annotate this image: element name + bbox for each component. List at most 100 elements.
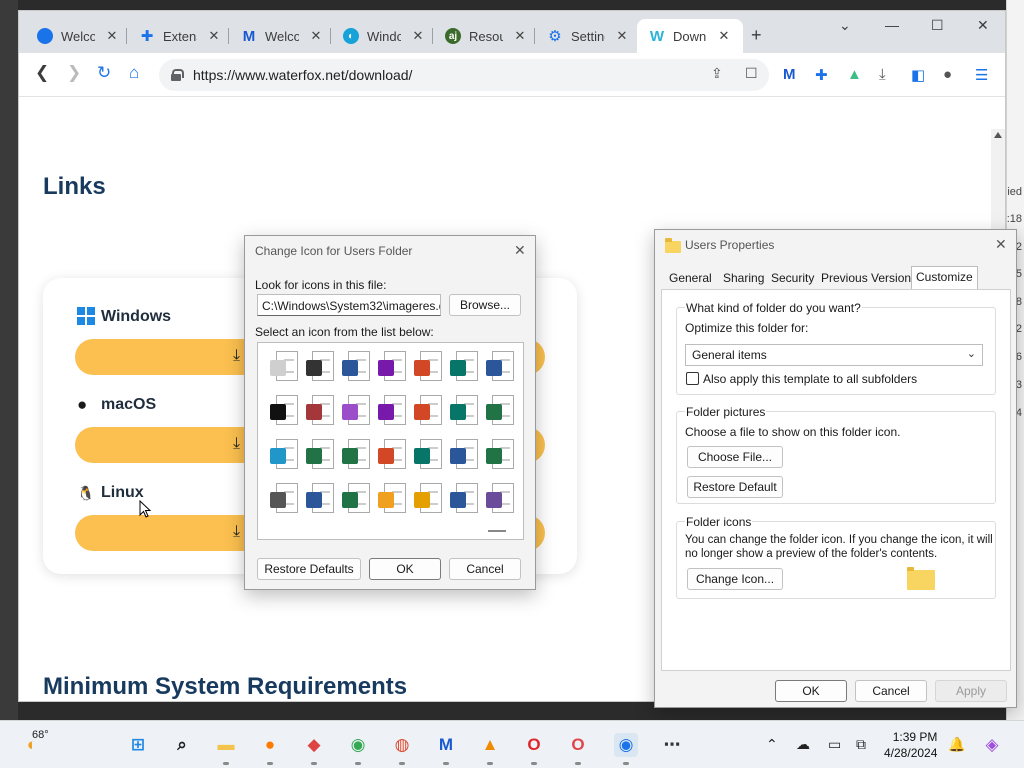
cancel-button[interactable]: Cancel (449, 558, 521, 580)
close-icon[interactable]: ✕ (309, 28, 323, 44)
icon-option[interactable] (450, 351, 478, 383)
menu-icon[interactable]: ☰ (975, 66, 988, 84)
ok-button[interactable]: OK (369, 558, 441, 580)
icon-file-input[interactable]: C:\Windows\System32\imageres.dll (257, 294, 441, 316)
scroll-up-icon[interactable] (994, 132, 1002, 138)
icon-list[interactable] (257, 342, 524, 540)
change-icon-button[interactable]: Change Icon... (687, 568, 783, 590)
cancel-button[interactable]: Cancel (855, 680, 927, 702)
close-icon[interactable]: ✕ (514, 242, 526, 259)
back-button[interactable]: ❮ (35, 63, 49, 83)
tab-welcome-2[interactable]: M Welcome ✕ (229, 19, 331, 53)
close-icon[interactable]: ✕ (207, 28, 221, 44)
start-icon[interactable]: ⊞ (126, 733, 150, 757)
clock[interactable]: 1:39 PM 4/28/2024 (884, 729, 937, 761)
opera-icon[interactable]: O (522, 733, 546, 765)
copilot-icon[interactable]: ◈ (980, 733, 1004, 757)
new-tab-button[interactable]: + (751, 25, 762, 46)
chrome-icon[interactable]: ◉ (346, 733, 370, 765)
choose-file-button[interactable]: Choose File... (687, 446, 783, 468)
file-explorer-icon[interactable]: ▬ (214, 733, 238, 765)
forward-button[interactable]: ❯ (67, 63, 81, 83)
ok-button[interactable]: OK (775, 680, 847, 702)
icon-option[interactable] (270, 439, 298, 471)
restore-default-button[interactable]: Restore Default (687, 476, 783, 498)
icon-option[interactable] (486, 439, 514, 471)
icon-option[interactable] (414, 395, 442, 427)
chevron-down-icon[interactable]: ⌄ (839, 17, 851, 34)
icon-option[interactable] (342, 395, 370, 427)
tab-resources[interactable]: aj Resources ✕ (433, 19, 535, 53)
icon-option[interactable] (378, 395, 406, 427)
close-icon[interactable]: ✕ (615, 28, 629, 44)
icon-option[interactable] (414, 351, 442, 383)
close-icon[interactable]: ✕ (513, 28, 527, 44)
tab-customize[interactable]: Customize (911, 266, 978, 291)
malwarebytes-extension-icon[interactable]: M (783, 66, 796, 83)
tab-download[interactable]: W Download ✕ (637, 19, 743, 53)
icon-option[interactable] (306, 351, 334, 383)
browse-button[interactable]: Browse... (449, 294, 521, 316)
maximize-button[interactable]: ☐ (931, 17, 944, 34)
app-icon[interactable]: ◍ (390, 733, 414, 765)
profile-icon[interactable]: ● (943, 66, 952, 83)
firefox-icon[interactable]: ● (258, 733, 282, 765)
close-icon[interactable]: ✕ (995, 236, 1007, 253)
tab-sharing[interactable]: Sharing (719, 268, 768, 290)
tab-general[interactable]: General (665, 268, 716, 290)
network-icon[interactable]: ⧉ (856, 736, 866, 753)
icon-option[interactable] (486, 351, 514, 383)
close-icon[interactable]: ✕ (411, 28, 425, 44)
icon-option[interactable] (450, 395, 478, 427)
home-button[interactable]: ⌂ (129, 63, 139, 83)
icon-option[interactable] (450, 483, 478, 515)
more-icon[interactable]: ⋯ (660, 733, 684, 757)
display-icon[interactable]: ▭ (828, 736, 841, 753)
icon-option[interactable] (486, 483, 514, 515)
icon-option[interactable] (414, 439, 442, 471)
download-icon[interactable]: ⤓ (879, 66, 886, 83)
extensions-icon[interactable]: ✚ (815, 66, 828, 84)
close-icon[interactable]: ✕ (105, 28, 119, 44)
vlc-icon[interactable]: ▲ (478, 733, 502, 765)
optimize-select[interactable]: General items ⌄ (685, 344, 983, 366)
tab-welcome[interactable]: Welcome ✕ (25, 19, 127, 53)
icon-option[interactable] (378, 483, 406, 515)
search-icon[interactable]: ⌕ (170, 733, 194, 757)
icon-option[interactable] (270, 483, 298, 515)
address-bar[interactable]: https://www.waterfox.net/download/ ⇪ ☐ (159, 59, 769, 91)
tab-previous-versions[interactable]: Previous Versions (817, 268, 921, 290)
horizontal-scrollbar[interactable] (488, 530, 506, 532)
icon-option[interactable] (486, 395, 514, 427)
bell-icon[interactable]: 🔔 (948, 736, 965, 753)
icon-option[interactable] (342, 483, 370, 515)
icon-option[interactable] (414, 483, 442, 515)
tab-extensions[interactable]: ✚ Extensions ✕ (127, 19, 229, 53)
sidebar-icon[interactable]: ◧ (911, 66, 925, 84)
extension-icon[interactable]: ▲ (847, 66, 862, 83)
malwarebytes-icon[interactable]: M (434, 733, 458, 765)
close-icon[interactable]: ✕ (717, 28, 731, 44)
icon-option[interactable] (306, 439, 334, 471)
icon-option[interactable] (270, 395, 298, 427)
share-icon[interactable]: ⇪ (711, 65, 723, 82)
apply-template-checkbox[interactable] (686, 372, 699, 385)
tab-settings[interactable]: ⚙ Settings ✕ (535, 19, 637, 53)
icon-option[interactable] (342, 439, 370, 471)
icon-option[interactable] (306, 395, 334, 427)
restore-defaults-button[interactable]: Restore Defaults (257, 558, 361, 580)
cloud-icon[interactable]: ☁ (796, 736, 810, 753)
opera-gx-icon[interactable]: O (566, 733, 590, 765)
icon-option[interactable] (378, 351, 406, 383)
minimize-button[interactable]: — (885, 17, 899, 33)
chevron-up-icon[interactable]: ⌃ (766, 736, 778, 753)
icon-option[interactable] (306, 483, 334, 515)
app-icon[interactable]: ◆ (302, 733, 326, 765)
tab-security[interactable]: Security (767, 268, 818, 290)
icon-option[interactable] (342, 351, 370, 383)
bookmark-icon[interactable]: ☐ (745, 65, 758, 82)
apply-button[interactable]: Apply (935, 680, 1007, 702)
icon-option[interactable] (270, 351, 298, 383)
close-window-button[interactable]: ✕ (977, 17, 989, 34)
icon-option[interactable] (450, 439, 478, 471)
